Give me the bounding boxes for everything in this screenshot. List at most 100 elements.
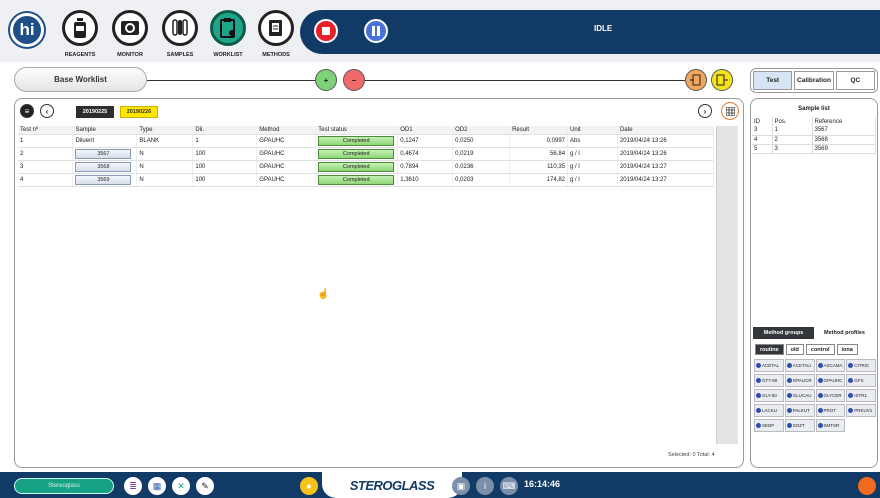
status-badge[interactable]: Completed <box>318 148 395 159</box>
prev-page-button[interactable]: ‹ <box>40 104 54 118</box>
cell-date: 2019/04/24 13:26 <box>617 134 715 148</box>
tab-calibration[interactable]: Calibration <box>794 71 834 90</box>
col-type[interactable]: Type <box>136 126 194 135</box>
method-dot-icon <box>848 378 854 383</box>
method-button[interactable]: GLYCER <box>815 389 846 402</box>
table-scrollbar[interactable] <box>716 126 738 444</box>
method-button[interactable]: LACKU <box>754 404 784 417</box>
method-dot-icon <box>756 378 761 383</box>
col-od1[interactable]: OD1 <box>397 126 454 135</box>
info-button[interactable]: i <box>476 477 494 495</box>
export-button[interactable] <box>685 69 707 91</box>
method-button[interactable]: GLY-50 <box>754 389 784 402</box>
edit-button[interactable]: ✎ <box>196 477 214 495</box>
nav-worklist-button[interactable] <box>210 10 246 46</box>
tools-button[interactable]: ✕ <box>172 477 190 495</box>
method-button[interactable]: PRKUV1 <box>846 404 876 417</box>
tab-iona[interactable]: iona <box>836 344 858 355</box>
next-page-button[interactable]: › <box>698 104 712 118</box>
user-button[interactable]: Stereoglass <box>14 478 114 494</box>
col-od2[interactable]: OD2 <box>452 126 511 135</box>
method-button[interactable]: SOZT <box>784 419 815 432</box>
method-button[interactable]: ISTR1 <box>846 389 876 402</box>
stop-button[interactable] <box>314 19 338 43</box>
method-button[interactable]: GFS <box>846 374 876 387</box>
method-label: ISTR1 <box>854 393 868 398</box>
remove-worklist-button[interactable]: − <box>343 69 365 91</box>
table-row[interactable]: 1 Diluent BLANK 1 GPAUHC Completed 0,124… <box>18 134 715 148</box>
method-label: PROT <box>823 408 837 413</box>
list-item[interactable]: 3 1 3567 <box>752 126 876 136</box>
list-menu-button[interactable]: ≡ <box>20 104 34 118</box>
grid-view-button[interactable] <box>721 102 739 120</box>
date-tab-active[interactable]: 20190226 <box>120 106 158 118</box>
method-button[interactable]: SEDP <box>754 419 784 432</box>
method-button[interactable]: PALKUT <box>784 404 815 417</box>
col-result[interactable]: Result <box>509 126 569 135</box>
tab-routine[interactable]: routine <box>755 344 784 355</box>
nav-monitor-label: MONITOR <box>117 52 143 58</box>
nav-methods-button[interactable] <box>258 10 294 46</box>
add-worklist-button[interactable]: + <box>315 69 337 91</box>
keyboard-icon: ⌨ <box>502 480 516 491</box>
col-method[interactable]: Method <box>256 126 317 135</box>
col-sample[interactable]: Sample <box>72 126 138 135</box>
date-tab[interactable]: 20190225 <box>76 106 114 118</box>
status-badge[interactable]: Completed <box>318 174 395 185</box>
method-dot-icon <box>756 423 761 428</box>
method-button[interactable]: GPAUHC <box>815 374 846 387</box>
method-button[interactable]: GLUCAU <box>784 389 815 402</box>
col-status[interactable]: Test status <box>315 126 399 135</box>
table-row[interactable]: 4 3569 N 100 GPAUHC Completed 1,3610 0,0… <box>18 173 715 187</box>
keyboard-button[interactable]: ⌨ <box>500 477 518 495</box>
divider <box>147 80 315 81</box>
method-dot-icon <box>786 393 792 398</box>
nav-samples-button[interactable] <box>162 10 198 46</box>
cell-method: GPAUHC <box>256 134 317 148</box>
cell-date: 2019/04/24 13:27 <box>617 173 715 187</box>
power-button[interactable] <box>858 477 876 495</box>
col-unit[interactable]: Unit <box>567 126 618 135</box>
pause-button[interactable] <box>364 19 388 43</box>
calendar-button[interactable]: ▦ <box>148 477 166 495</box>
sample-tray-button[interactable]: ▣ <box>452 477 470 495</box>
tab-qc[interactable]: QC <box>835 71 875 90</box>
worklist-tab[interactable]: Base Worklist <box>14 67 147 92</box>
table-row[interactable]: 2 3567 N 100 GPAUHC Completed 0,4674 0,0… <box>18 147 715 161</box>
nav-monitor-button[interactable] <box>112 10 148 46</box>
selection-summary: Selected: 0 Total: 4 <box>668 452 715 458</box>
sample-button[interactable]: 3568 <box>75 161 132 172</box>
method-button[interactable]: GT7-50 <box>754 374 784 387</box>
sample-button[interactable]: 3567 <box>75 148 132 159</box>
list-item[interactable]: 4 2 3568 <box>752 135 876 145</box>
tab-method-profiles[interactable]: Method profiles <box>814 327 875 339</box>
monitor-icon <box>121 21 139 35</box>
method-button[interactable]: ASCAMA <box>815 359 846 372</box>
message-button[interactable]: ● <box>300 477 318 495</box>
calendar-icon: ▦ <box>152 480 162 491</box>
method-button[interactable]: CITRIC <box>846 359 876 372</box>
method-button[interactable]: PROT <box>815 404 846 417</box>
method-button[interactable]: ACETALI <box>784 359 815 372</box>
method-button[interactable]: SMTSR <box>815 419 846 432</box>
status-badge[interactable]: Completed <box>318 161 395 172</box>
tools-icon: ✕ <box>177 480 185 491</box>
method-button[interactable]: GPAUCR <box>784 374 815 387</box>
tab-control[interactable]: control <box>805 344 835 355</box>
cell-method: GPAUHC <box>256 160 317 174</box>
col-test[interactable]: Test nº <box>18 126 74 135</box>
method-dot-icon <box>817 393 823 398</box>
tab-old[interactable]: old <box>785 344 804 355</box>
method-button[interactable]: ACETAL <box>754 359 784 372</box>
status-badge[interactable]: Completed <box>318 135 395 146</box>
nav-reagents-button[interactable] <box>62 10 98 46</box>
tab-test[interactable]: Test <box>753 71 793 90</box>
table-row[interactable]: 3 3568 N 100 GPAUHC Completed 0,7894 0,0… <box>18 160 715 174</box>
list-item[interactable]: 5 3 3569 <box>752 144 876 154</box>
col-date[interactable]: Date <box>617 126 715 135</box>
sample-button[interactable]: 3569 <box>75 174 132 185</box>
import-button[interactable] <box>711 69 733 91</box>
col-dil[interactable]: Dil. <box>192 126 258 135</box>
database-button[interactable]: ≣ <box>124 477 142 495</box>
tab-method-groups[interactable]: Method groups <box>753 327 814 339</box>
